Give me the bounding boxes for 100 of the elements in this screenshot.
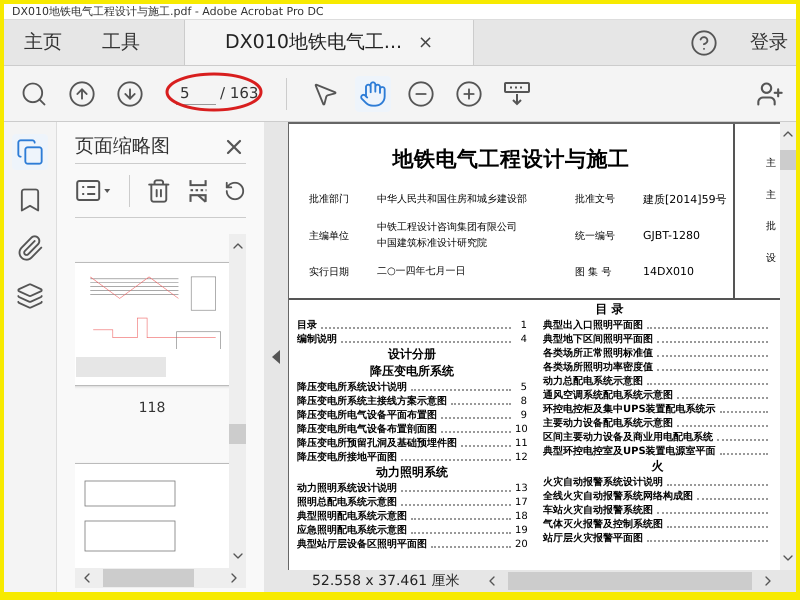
toc-entry: 编制说明 — [297, 334, 337, 346]
page-number-label: 118 — [138, 399, 166, 418]
scrollbar-thumb[interactable] — [229, 424, 246, 444]
toc-heading: 降压变电所系统 — [369, 363, 455, 380]
zoom-in-icon — [455, 80, 484, 108]
collapse-arrow-icon[interactable] — [272, 350, 280, 364]
toc-entry: 典型站厅层设备区照明平面图 — [297, 539, 427, 551]
toc-entry: 典型出入口照明平面图 — [543, 320, 643, 332]
header-character: 批 — [766, 220, 776, 234]
meta-value: 中国建筑标准设计研究院 — [377, 236, 488, 251]
hand-icon — [359, 80, 388, 108]
toc-title: 目 录 — [595, 301, 624, 318]
toc-entry: 降压变电所电气设备布置剖面图 — [297, 424, 437, 436]
toc-heading: 设计分册 — [386, 346, 437, 363]
header-character: 设 — [766, 252, 776, 266]
close-tab-button[interactable]: × — [418, 29, 434, 56]
meta-value: 14DX010 — [643, 264, 695, 280]
toc-entry: 动力照明系统设计说明 — [297, 483, 397, 495]
scrollbar-thumb[interactable] — [103, 569, 194, 587]
toc-page-number: 20 — [515, 539, 527, 551]
toc-entry: 降压变电所接地平面图 — [297, 452, 397, 464]
toc-page-number: 17 — [515, 497, 527, 509]
meta-label: 图 集 号 — [575, 266, 612, 280]
page-number-field[interactable]: 5 — [176, 82, 216, 106]
toc-entry: 车站火灾自动报警系统图 — [543, 505, 653, 517]
toc-entry: 照明总配电系统示意图 — [297, 497, 397, 509]
toc-entry: 各类场所照明功率密度值 — [543, 362, 653, 374]
page-thumbnail[interactable] — [75, 262, 229, 386]
toc-entry: 通风空调系统配电系统示意图 — [543, 390, 673, 402]
meta-value: GJBT-1280 — [643, 228, 701, 244]
toc-entry: 全线火灾自动报警系统网络构成图 — [543, 491, 693, 503]
toc-page-number: 12 — [515, 452, 527, 464]
vertical-scrollbar[interactable] — [780, 122, 796, 570]
header-character: 主 — [766, 188, 776, 203]
toc-page-number: 10 — [515, 424, 527, 436]
trash-icon[interactable] — [146, 176, 172, 204]
toc-entry: 动力总配电系统示意图 — [543, 376, 643, 388]
add-user-icon[interactable] — [756, 80, 784, 108]
scrollbar-thumb[interactable] — [508, 572, 752, 590]
meta-value: 中铁工程设计咨询集团有限公司 — [377, 220, 518, 235]
keyboard-arrow-icon — [503, 80, 532, 108]
meta-value: 中华人民共和国住房和城乡建设部 — [377, 192, 528, 207]
toc-page-number: 5 — [520, 382, 527, 394]
meta-label: 批准文号 — [575, 192, 616, 208]
toc-entry: 气体灭火报警及控制系统图 — [543, 519, 663, 531]
toc-page-number: 18 — [515, 511, 527, 523]
toc-entry: 降压变电所系统主接线方案示意图 — [297, 396, 447, 408]
toc-entry: 环控电控柜及集中UPS装置配电系统示 — [543, 404, 716, 416]
search-icon — [20, 80, 48, 108]
toc-entry: 降压变电所预留孔洞及基础预埋件图 — [297, 438, 457, 450]
tab[interactable]: DX010地铁电气工... × — [184, 20, 474, 65]
document-title: 地铁电气工程设计与施工 — [392, 146, 630, 173]
toc-entry: 站厅层火灾报警平面图 — [543, 533, 643, 545]
meta-label: 统一编号 — [575, 230, 616, 244]
toc-page-number: 13 — [515, 483, 527, 495]
meta-label: 实行日期 — [309, 266, 350, 280]
meta-value: 二○一四年七月一日 — [377, 264, 467, 280]
toc-entry: 应急照明配电系统示意图 — [297, 525, 407, 537]
toc-entry: 典型环控电控室及UPS装置电源室平面 — [543, 446, 716, 458]
tab[interactable]: 工具 — [82, 20, 160, 65]
zoom-out-icon — [407, 80, 436, 108]
toc-entry: 各类场所正常照明标准值 — [543, 348, 653, 360]
scrollbar-thumb[interactable] — [780, 150, 796, 170]
toc-entry: 典型地下区间照明平面图 — [543, 334, 653, 346]
toc-entry: 火灾自动报警系统设计说明 — [543, 477, 663, 489]
meta-label: 批准部门 — [309, 192, 350, 208]
paperclip-icon — [16, 234, 44, 262]
panel-title: 页面缩略图 — [75, 134, 170, 160]
pages-button[interactable] — [12, 134, 48, 170]
toc-entry: 区间主要动力设备及商业用电配电系统 — [543, 432, 713, 444]
page-insert-icon[interactable] — [188, 178, 208, 204]
help-icon[interactable] — [690, 28, 718, 56]
tab[interactable]: 主页 — [4, 20, 82, 65]
horizontal-scrollbar[interactable] — [75, 568, 246, 588]
arrow-down-circle-icon — [116, 80, 144, 108]
arrow-up-circle-icon — [68, 80, 96, 108]
toc-page-number: 1 — [520, 320, 527, 332]
toc-page-number: 8 — [520, 396, 527, 408]
toc-entry: 主要动力设备配电系统示意图 — [543, 418, 673, 430]
page-dimensions: 52.558 x 37.461 厘米 — [311, 572, 461, 590]
toc-page-number: 11 — [515, 438, 527, 450]
toc-entry: 目录 — [297, 320, 317, 332]
toc-page-number: 4 — [520, 334, 527, 346]
login-link[interactable]: 登录 — [750, 28, 788, 57]
toc-entry: 降压变电所电气设备平面布置图 — [297, 410, 437, 422]
page-thumbnail[interactable] — [75, 463, 229, 568]
toc-heading: 动力照明系统 — [374, 464, 449, 481]
layers-icon — [16, 282, 44, 310]
window-title: DX010地铁电气工程设计与施工.pdf - Adobe Acrobat Pro DC — [12, 5, 324, 18]
toc-entry: 典型照明配电系统示意图 — [297, 511, 407, 523]
page-count: / 163 — [220, 83, 258, 104]
vertical-scrollbar[interactable] — [229, 234, 246, 568]
toc-page-number: 9 — [520, 410, 527, 422]
header-character: 主 — [766, 156, 776, 172]
meta-label: 主编单位 — [309, 230, 350, 244]
toc-heading: 火 — [650, 458, 664, 475]
toc-page-number: 19 — [515, 525, 527, 537]
toc-entry: 降压变电所系统设计说明 — [297, 382, 407, 394]
meta-value: 建质[2014]59号 — [643, 192, 727, 208]
hand-button[interactable] — [355, 76, 392, 112]
